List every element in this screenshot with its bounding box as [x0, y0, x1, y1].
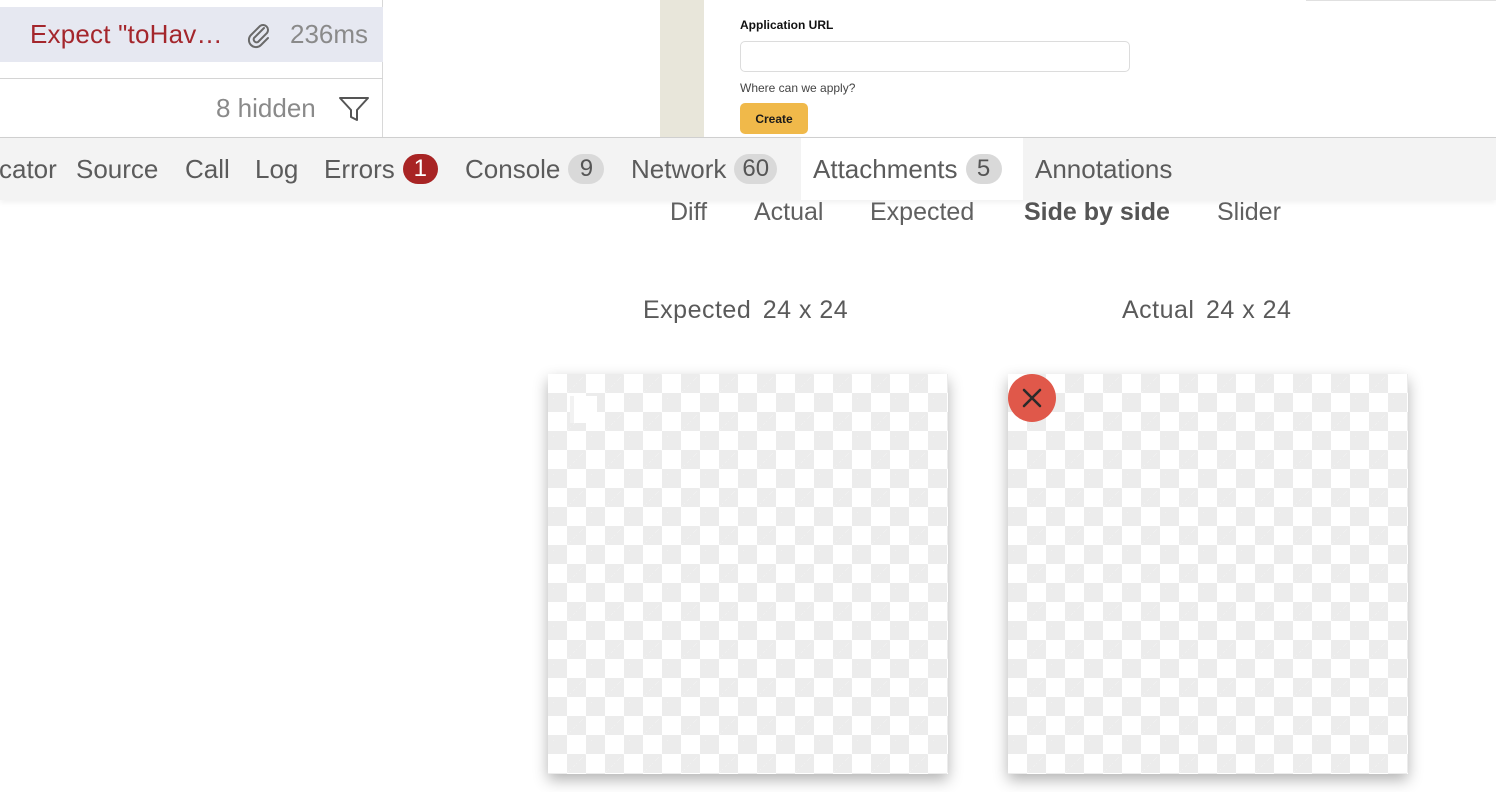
view-option-slider[interactable]: Slider	[1217, 198, 1281, 227]
snapshot-sidebar	[660, 0, 704, 137]
tab-log[interactable]: Log	[255, 138, 298, 200]
tab-label: Network	[631, 153, 727, 184]
snapshot-divider	[1306, 0, 1496, 1]
errors-count-badge: 1	[402, 154, 438, 184]
tab-source[interactable]: Source	[76, 138, 158, 200]
paperclip-icon[interactable]	[243, 20, 273, 50]
tab-locator[interactable]: cator	[0, 138, 57, 200]
tab-label: Annotations	[1035, 153, 1173, 184]
action-row-selected[interactable]: Expect "toHav… 236ms	[0, 7, 383, 62]
tab-annotations[interactable]: Annotations	[1035, 138, 1172, 200]
tab-label: Log	[255, 153, 299, 184]
tab-attachments[interactable]: Attachments 5	[801, 138, 1023, 200]
expected-caption: Expected 24 x 24	[643, 296, 848, 325]
expected-image-content	[570, 396, 597, 423]
divider	[0, 78, 383, 79]
view-option-side-by-side[interactable]: Side by side	[1024, 198, 1170, 227]
network-count-badge: 60	[734, 154, 778, 184]
tab-label: Attachments	[813, 153, 958, 184]
filter-icon[interactable]	[338, 95, 370, 123]
expected-image	[548, 374, 948, 774]
tab-label: cator	[0, 153, 57, 184]
application-url-input[interactable]	[740, 41, 1130, 72]
attachments-count-badge: 5	[965, 154, 1002, 184]
actual-dimensions: 24 x 24	[1205, 296, 1292, 324]
hidden-count: 8 hidden	[216, 93, 316, 123]
actual-image	[1008, 374, 1408, 774]
actual-caption: Actual 24 x 24	[1122, 296, 1291, 325]
tab-label: Errors	[324, 153, 395, 184]
tab-label: Call	[185, 153, 230, 184]
tab-label: Source	[76, 153, 159, 184]
tab-errors[interactable]: Errors 1	[324, 138, 438, 200]
tab-label: Console	[465, 153, 561, 184]
expected-dimensions: 24 x 24	[762, 296, 849, 324]
tab-network[interactable]: Network 60	[631, 138, 778, 200]
tab-call[interactable]: Call	[185, 138, 230, 200]
view-option-actual[interactable]: Actual	[754, 198, 823, 227]
tab-console[interactable]: Console 9	[465, 138, 605, 200]
tab-strip: cator Source Call Log Errors 1 Console 9…	[0, 137, 1496, 200]
snapshot-preview: Application URL Where can we apply? Crea…	[660, 0, 1496, 137]
close-icon	[1008, 374, 1056, 422]
action-duration: 236ms	[290, 19, 369, 49]
console-count-badge: 9	[568, 154, 605, 184]
actions-pane: Expect "toHav… 236ms 8 hidden	[0, 0, 383, 137]
actual-label: Actual	[1122, 296, 1195, 324]
create-button[interactable]: Create	[740, 103, 808, 134]
expected-label: Expected	[643, 296, 752, 324]
view-option-expected[interactable]: Expected	[870, 198, 974, 227]
x-mark-icon	[1022, 388, 1042, 408]
application-url-label: Application URL	[740, 18, 834, 32]
action-title: Expect "toHav…	[30, 19, 223, 49]
view-option-diff[interactable]: Diff	[670, 198, 707, 227]
application-url-help: Where can we apply?	[740, 81, 856, 95]
